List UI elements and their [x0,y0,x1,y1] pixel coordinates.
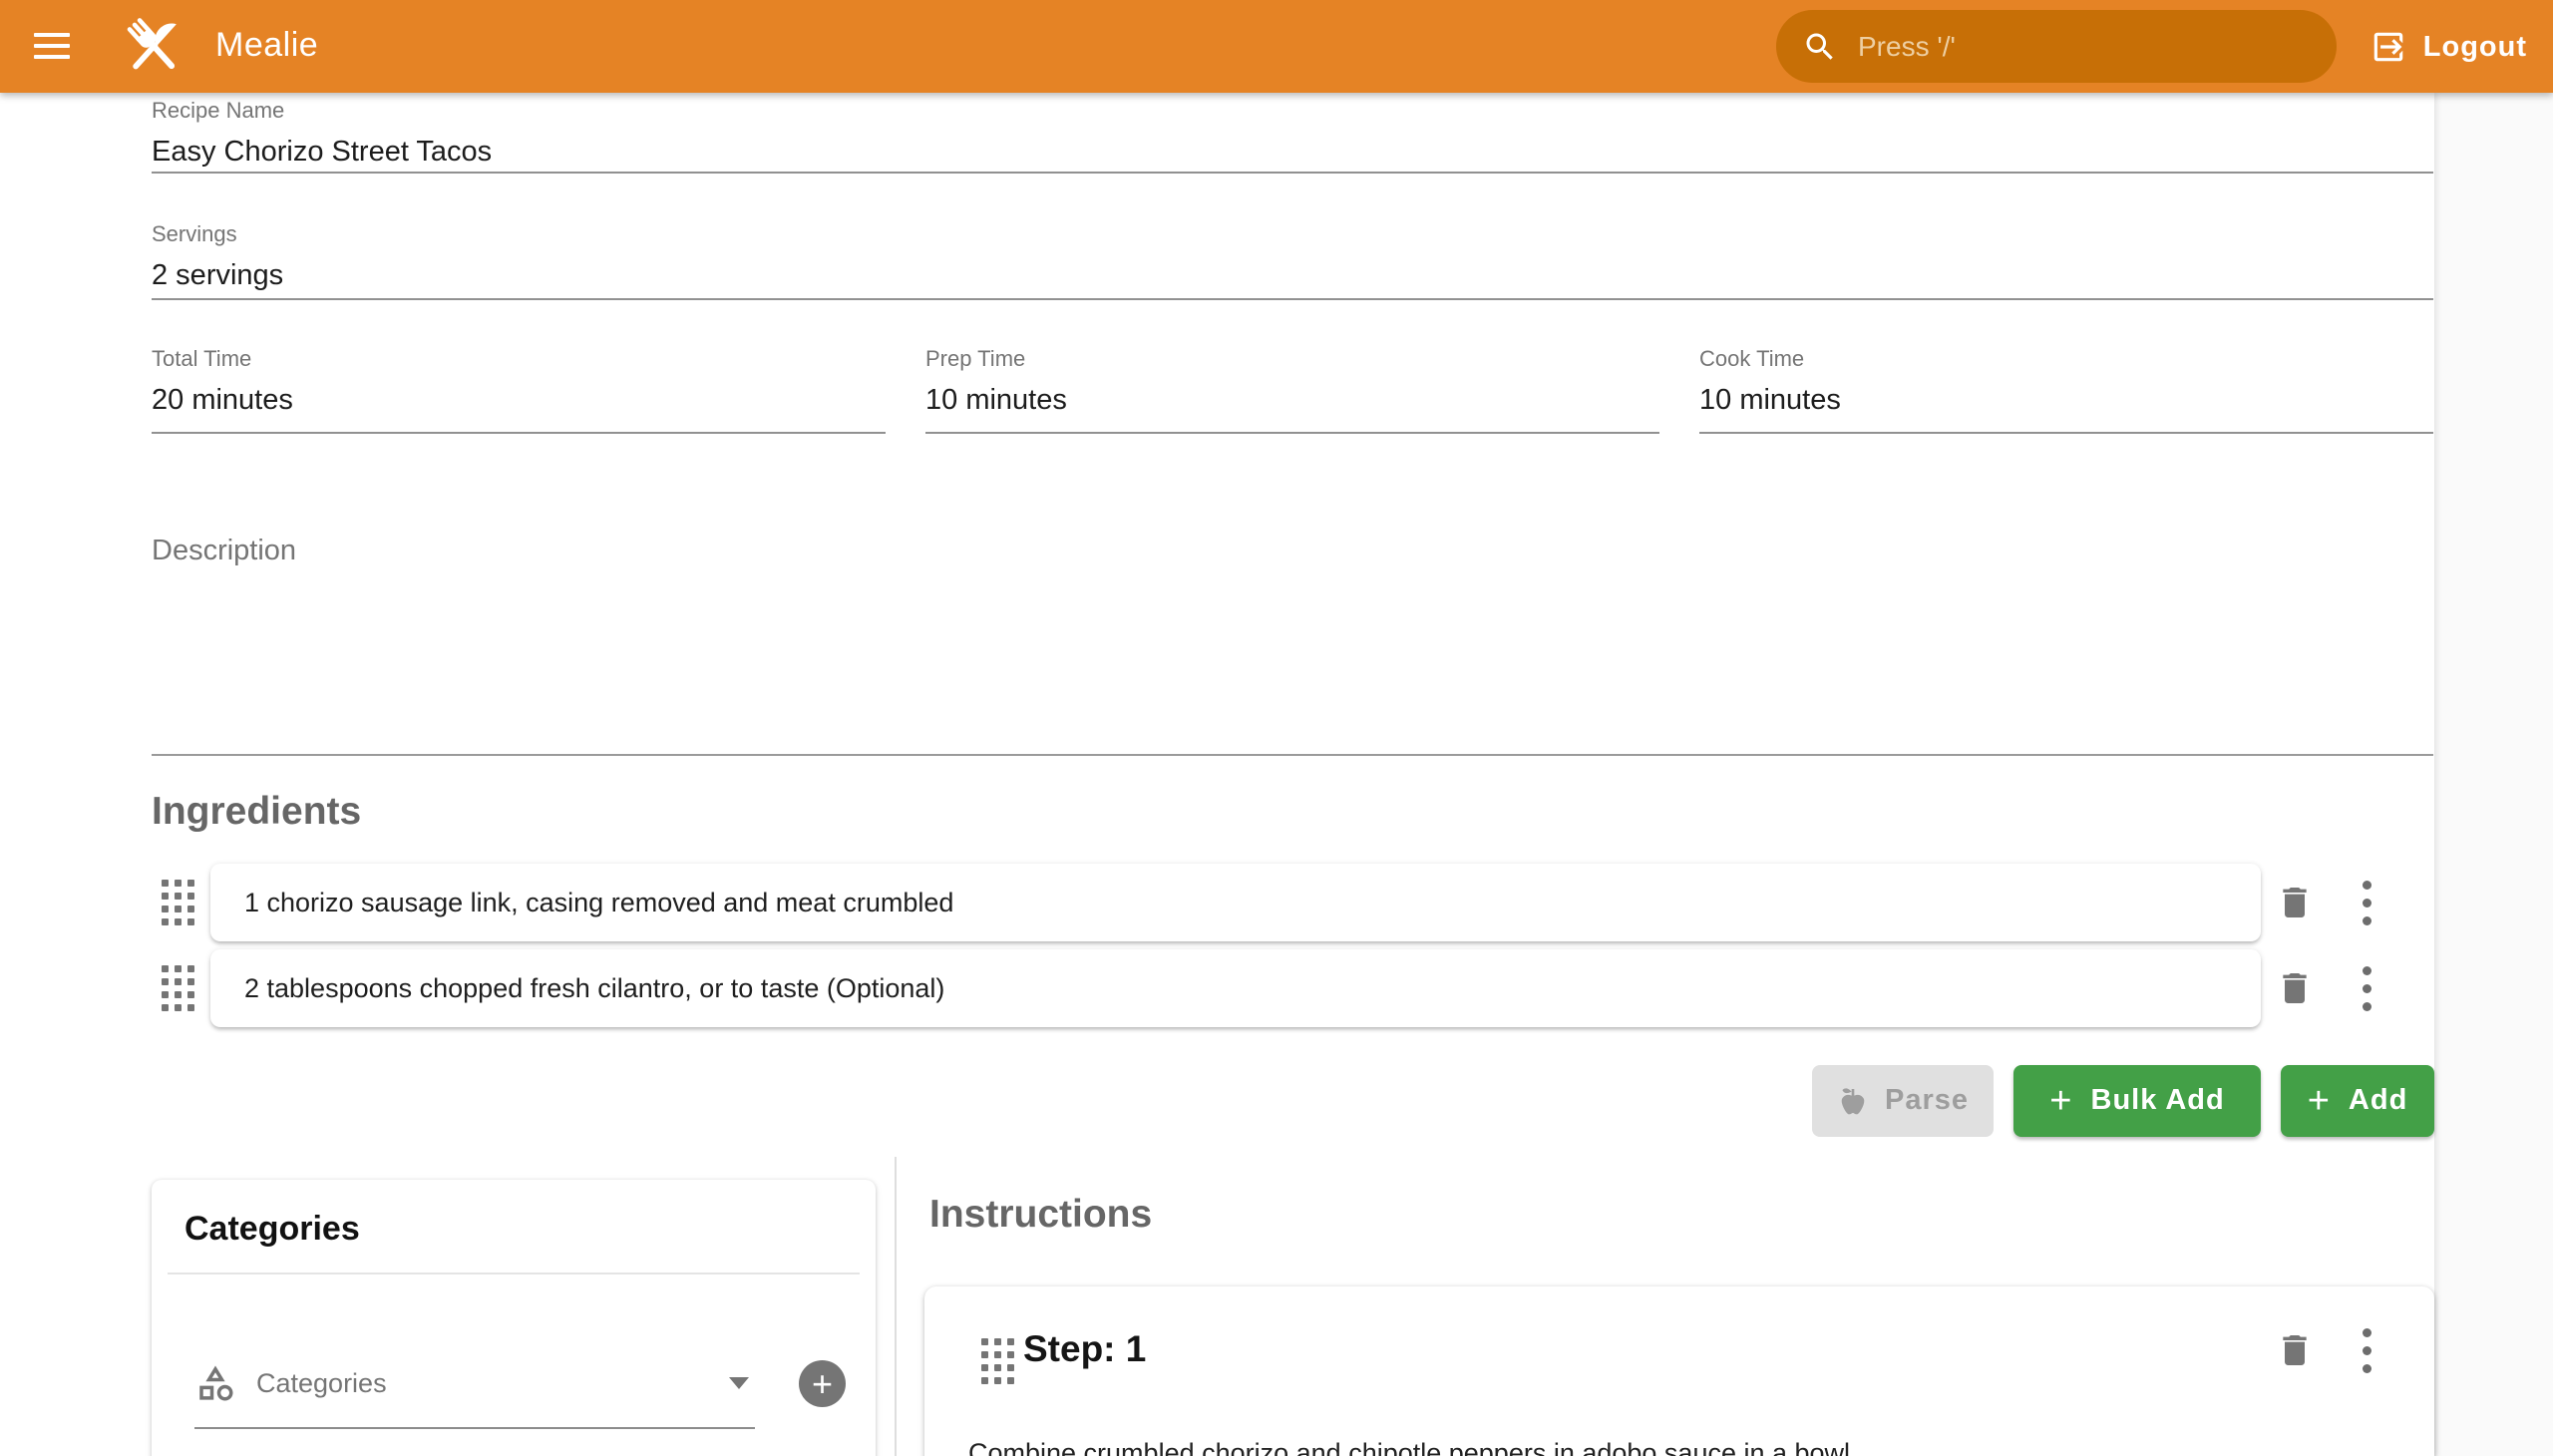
step-title: Step: 1 [1023,1328,1146,1370]
cook-time-label: Cook Time [1699,346,2433,372]
shapes-icon [194,1362,236,1404]
ingredient-input-card [210,949,2261,1027]
drag-handle-icon[interactable] [981,1338,1014,1384]
trash-icon [2275,968,2315,1008]
ingredient-row [0,864,2553,941]
divider [168,1273,860,1274]
recipe-name-label: Recipe Name [152,98,2433,124]
delete-ingredient-button[interactable] [2271,879,2319,926]
recipe-name-field: Recipe Name [152,98,2433,174]
add-ingredient-button[interactable]: + Add [2281,1065,2434,1137]
app-title: Mealie [215,26,318,65]
total-time-field: Total Time [152,346,886,434]
ingredients-heading: Ingredients [152,790,361,834]
plus-icon: + [2049,1082,2072,1120]
bulk-add-label: Bulk Add [2091,1084,2225,1117]
prep-time-label: Prep Time [925,346,1659,372]
step-text[interactable]: Combine crumbled chorizo and chipotle pe… [968,1436,2384,1456]
categories-card: Categories Categories + [152,1180,876,1456]
servings-field: Servings [152,221,2433,300]
cook-time-input[interactable] [1699,384,2433,417]
trash-icon [2275,1330,2315,1370]
search-icon [1802,29,1838,65]
drag-handle-icon[interactable] [162,965,194,1011]
mealie-recipe-editor-page: Mealie Logout Recipe Name Servings Total… [0,0,2553,1456]
categories-title: Categories [184,1210,360,1249]
cook-time-field: Cook Time [1699,346,2433,434]
ingredient-menu-button[interactable] [2343,879,2390,926]
parse-button[interactable]: Parse [1812,1065,1994,1137]
prep-time-field: Prep Time [925,346,1659,434]
prep-time-input[interactable] [925,384,1659,417]
kebab-menu-icon [2363,1328,2371,1373]
instructions-heading: Instructions [929,1193,1152,1237]
description-field[interactable]: Description [152,527,2433,756]
trash-icon [2275,883,2315,922]
bulk-add-button[interactable]: + Bulk Add [2013,1065,2261,1137]
ingredient-menu-button[interactable] [2343,964,2390,1012]
total-time-input[interactable] [152,384,886,417]
chevron-down-icon [729,1377,749,1389]
plus-icon: + [2308,1082,2331,1120]
ingredient-input-card [210,864,2261,941]
logout-button[interactable]: Logout [2370,22,2527,72]
add-label: Add [2349,1084,2407,1117]
servings-label: Servings [152,221,2433,247]
logout-icon [2370,28,2407,66]
ingredient-input[interactable] [242,972,2201,1005]
categories-select-label: Categories [256,1368,729,1399]
hamburger-menu-icon[interactable] [34,24,78,68]
ingredient-row [0,949,2553,1027]
plus-icon: + [812,1366,833,1402]
search-input[interactable] [1856,30,2279,64]
instruction-step-card: Step: 1 Combine crumbled chorizo and chi… [924,1286,2434,1456]
delete-step-button[interactable] [2271,1326,2319,1374]
app-bar: Mealie Logout [0,0,2553,93]
step-menu-button[interactable] [2343,1326,2390,1374]
total-time-label: Total Time [152,346,886,372]
ingredient-actions: Parse + Bulk Add + Add [152,1064,2434,1137]
ingredient-input[interactable] [242,887,2201,919]
kebab-menu-icon [2363,881,2371,925]
delete-ingredient-button[interactable] [2271,964,2319,1012]
servings-input[interactable] [152,259,2433,292]
recipe-name-input[interactable] [152,136,2433,169]
add-category-button[interactable]: + [799,1360,846,1407]
search-box[interactable] [1776,10,2337,83]
logout-label: Logout [2423,31,2527,64]
kebab-menu-icon [2363,966,2371,1011]
apple-icon [1837,1085,1869,1117]
categories-select[interactable]: Categories [194,1339,755,1429]
drag-handle-icon[interactable] [162,880,194,925]
parse-label: Parse [1885,1084,1969,1117]
column-divider [895,1157,897,1456]
fork-knife-logo-icon[interactable] [118,10,189,82]
description-label: Description [152,535,2433,567]
